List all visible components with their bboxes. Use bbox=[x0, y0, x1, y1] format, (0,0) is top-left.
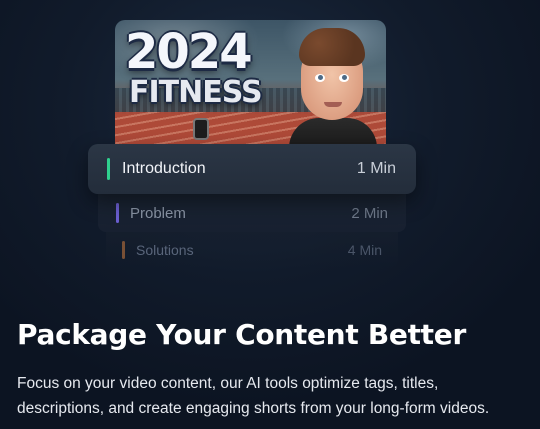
chapter-duration: 2 Min bbox=[351, 204, 388, 222]
watch-icon bbox=[193, 118, 209, 140]
section-description: Focus on your video content, our AI tool… bbox=[17, 375, 490, 417]
section-headline: Package Your Content Better bbox=[17, 318, 466, 351]
chapter-duration: 4 Min bbox=[347, 242, 382, 258]
chapter-label: Introduction bbox=[122, 160, 206, 177]
chapter-accent-bar bbox=[122, 241, 125, 259]
thumbnail-title-year: 2024 bbox=[125, 24, 253, 80]
chapter-accent-bar bbox=[116, 203, 119, 223]
video-thumbnail: 2024 FITNESS bbox=[115, 20, 386, 152]
person-mouth bbox=[324, 102, 342, 107]
chapter-item-problem[interactable]: Problem 2 Min bbox=[98, 194, 406, 232]
chapter-label: Problem bbox=[130, 204, 186, 222]
chapter-accent-bar bbox=[107, 158, 110, 180]
thumbnail-person bbox=[283, 26, 383, 152]
chapter-item-solutions[interactable]: Solutions 4 Min bbox=[106, 232, 398, 268]
chapter-duration: 1 Min bbox=[356, 160, 396, 177]
chapter-label: Solutions bbox=[136, 242, 194, 258]
person-eye-left bbox=[315, 74, 325, 82]
person-eye-right bbox=[339, 74, 349, 82]
thumbnail-title-word: FITNESS bbox=[129, 75, 263, 110]
chapter-item-introduction[interactable]: Introduction 1 Min bbox=[88, 144, 416, 194]
person-hair bbox=[299, 28, 365, 66]
